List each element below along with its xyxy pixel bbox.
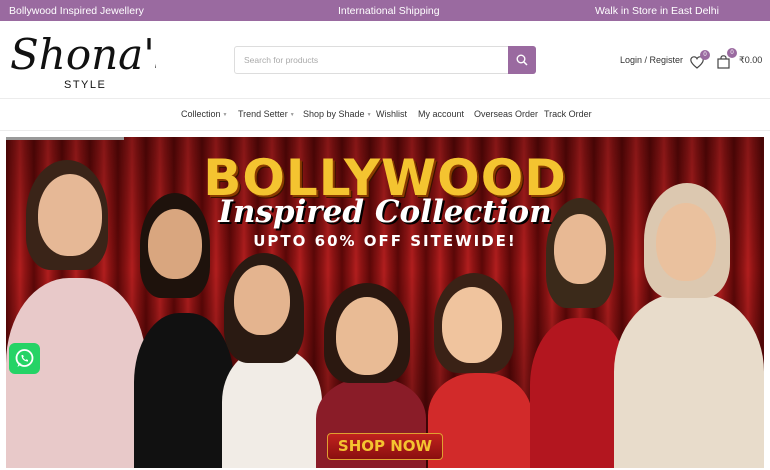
nav-item-overseas-order[interactable]: Overseas Order xyxy=(474,109,538,119)
nav-item-trend-setter[interactable]: Trend Setter ▼ xyxy=(238,109,295,119)
logo-subtitle: STYLE xyxy=(64,79,107,91)
cart-button[interactable]: 0 xyxy=(717,48,737,69)
hero-progress-bar xyxy=(6,137,124,140)
nav-item-shop-by-shade[interactable]: Shop by Shade ▼ xyxy=(303,109,372,119)
cart-total[interactable]: ₹0.00 xyxy=(739,55,762,66)
nav-item-wishlist[interactable]: Wishlist xyxy=(376,109,407,119)
whatsapp-icon xyxy=(15,349,34,367)
wishlist-count-badge: 0 xyxy=(700,50,710,60)
announcement-left: Bollywood Inspired Jewellery xyxy=(9,5,144,17)
cart-count-badge: 0 xyxy=(727,48,737,58)
nav-item-my-account[interactable]: My account xyxy=(418,109,464,119)
search-button[interactable] xyxy=(508,46,536,74)
chevron-down-icon: ▼ xyxy=(222,112,228,118)
search-input[interactable] xyxy=(235,47,509,73)
announcement-center: International Shipping xyxy=(338,5,440,17)
announcement-right: Walk in Store in East Delhi xyxy=(595,5,719,17)
shop-now-button[interactable]: SHOP NOW xyxy=(327,433,443,460)
hero-subtitle: Inspired Collection xyxy=(218,194,552,230)
top-announcement-bar: Bollywood Inspired Jewellery Internation… xyxy=(0,0,770,21)
chevron-down-icon: ▼ xyxy=(366,112,372,118)
site-logo[interactable]: Shona's STYLE xyxy=(8,25,176,97)
svg-text:Shona's: Shona's xyxy=(10,30,156,79)
whatsapp-button[interactable] xyxy=(9,343,40,374)
nav-item-collection[interactable]: Collection ▼ xyxy=(181,109,227,119)
wishlist-button[interactable]: 0 xyxy=(690,50,710,69)
product-search xyxy=(234,46,536,74)
nav-item-track-order[interactable]: Track Order xyxy=(544,109,592,119)
login-register-link[interactable]: Login / Register xyxy=(620,55,683,65)
hero-offer-text: UPTO 60% OFF SITEWIDE! xyxy=(253,232,517,250)
hero-banner[interactable]: BOLLYWOOD Inspired Collection UPTO 60% O… xyxy=(6,137,764,468)
shopping-bag-icon xyxy=(717,55,730,69)
chevron-down-icon: ▼ xyxy=(289,112,295,118)
main-navigation: Collection ▼ Trend Setter ▼ Shop by Shade ▼… xyxy=(0,99,770,131)
search-icon xyxy=(516,54,528,66)
site-header: Shona's STYLE Login / Register 0 0 ₹0.00 xyxy=(0,21,770,99)
